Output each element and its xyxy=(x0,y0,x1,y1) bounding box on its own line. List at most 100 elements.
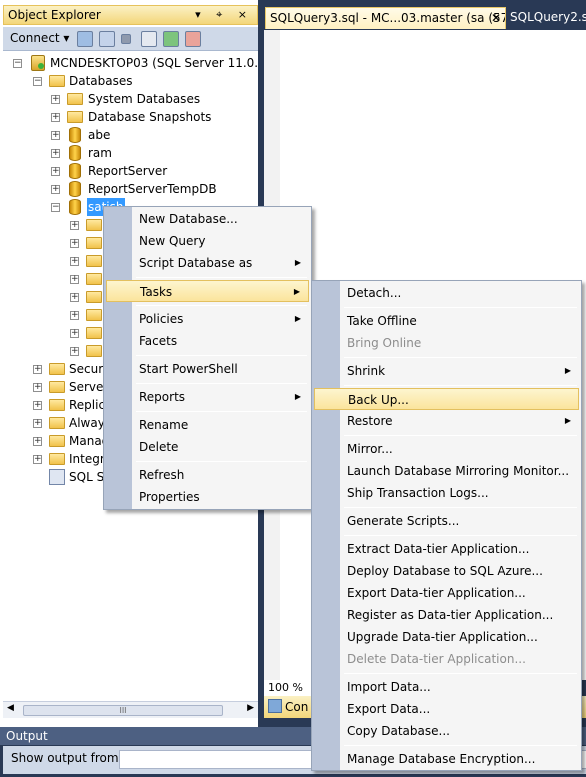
tree-node-server[interactable]: − MCNDESKTOP03 (SQL Server 11.0.2100 xyxy=(3,54,258,72)
expand-toggle[interactable]: + xyxy=(70,347,79,356)
menu-item-properties[interactable]: Properties xyxy=(106,486,309,508)
tree-node-db-child[interactable]: + xyxy=(3,306,103,324)
tree-node-db-reportservertempdb[interactable]: + ReportServerTempDB xyxy=(3,180,258,198)
tree-node-db-child[interactable]: + xyxy=(3,288,103,306)
menu-label: Upgrade Data-tier Application... xyxy=(347,630,538,644)
menu-item-upgrade-data-tier[interactable]: Upgrade Data-tier Application... xyxy=(314,626,579,648)
disconnect-icon[interactable] xyxy=(99,31,115,47)
tree-node-db-child[interactable]: + xyxy=(3,252,103,270)
tree-node-db-reportserver[interactable]: + ReportServer xyxy=(3,162,258,180)
expand-toggle[interactable]: + xyxy=(70,311,79,320)
scroll-left-icon[interactable]: ◀ xyxy=(7,703,14,713)
expand-toggle[interactable]: + xyxy=(33,401,42,410)
expand-toggle[interactable]: + xyxy=(33,437,42,446)
menu-item-deploy-sql-azure[interactable]: Deploy Database to SQL Azure... xyxy=(314,560,579,582)
tree-node-db-child[interactable]: + xyxy=(3,324,103,342)
tree-node-db-abe[interactable]: + abe xyxy=(3,126,258,144)
stop-icon[interactable] xyxy=(121,34,131,44)
menu-item-export-data-tier[interactable]: Export Data-tier Application... xyxy=(314,582,579,604)
expand-toggle[interactable]: + xyxy=(70,293,79,302)
menu-item-generate-scripts[interactable]: Generate Scripts... xyxy=(314,510,579,532)
filter-icon[interactable] xyxy=(141,31,157,47)
menu-item-export-data[interactable]: Export Data... xyxy=(314,698,579,720)
tree-node-databases[interactable]: − Databases xyxy=(3,72,258,90)
menu-item-register-data-tier[interactable]: Register as Data-tier Application... xyxy=(314,604,579,626)
menu-item-facets[interactable]: Facets xyxy=(106,330,309,352)
menu-item-copy-database[interactable]: Copy Database... xyxy=(314,720,579,742)
tree-node-integration-services[interactable]: + Integration Services Catalogs xyxy=(3,450,103,468)
menu-item-new-query[interactable]: New Query xyxy=(106,230,309,252)
menu-separator xyxy=(344,435,577,436)
tree-node-db-child[interactable]: + xyxy=(3,216,103,234)
menu-item-new-database[interactable]: New Database... xyxy=(106,208,309,230)
refresh-icon[interactable] xyxy=(163,31,179,47)
menu-item-policies[interactable]: Policies ▶ xyxy=(106,308,309,330)
menu-item-rename[interactable]: Rename xyxy=(106,414,309,436)
tree-horizontal-scrollbar[interactable]: ◀ III ▶ xyxy=(3,701,258,718)
menu-item-shrink[interactable]: Shrink ▶ xyxy=(314,360,579,382)
menu-item-take-offline[interactable]: Take Offline xyxy=(314,310,579,332)
menu-item-import-data[interactable]: Import Data... xyxy=(314,676,579,698)
menu-item-delete[interactable]: Delete xyxy=(106,436,309,458)
expand-toggle[interactable]: + xyxy=(70,239,79,248)
menu-item-refresh[interactable]: Refresh xyxy=(106,464,309,486)
menu-item-reports[interactable]: Reports ▶ xyxy=(106,386,309,408)
scroll-right-icon[interactable]: ▶ xyxy=(247,703,254,713)
tree-node-server-objects[interactable]: + Server Objects xyxy=(3,378,103,396)
tree-node-management[interactable]: + Management xyxy=(3,432,103,450)
menu-label: Ship Transaction Logs... xyxy=(347,486,489,500)
menu-item-back-up[interactable]: Back Up... xyxy=(314,388,579,410)
activity-monitor-icon[interactable] xyxy=(185,31,201,47)
tree-node-db-child[interactable]: + xyxy=(3,234,103,252)
menu-item-launch-mirroring-monitor[interactable]: Launch Database Mirroring Monitor... xyxy=(314,460,579,482)
menu-item-extract-data-tier[interactable]: Extract Data-tier Application... xyxy=(314,538,579,560)
tree-node-db-child[interactable]: + xyxy=(3,270,103,288)
collapse-toggle[interactable]: − xyxy=(13,59,22,68)
expand-toggle[interactable]: + xyxy=(33,383,42,392)
expand-toggle[interactable]: + xyxy=(33,365,42,374)
menu-label: Detach... xyxy=(347,286,402,300)
expand-toggle[interactable]: + xyxy=(51,167,60,176)
tab-sqlquery3[interactable]: SQLQuery3.sql - MC...03.master (sa (57))… xyxy=(265,7,506,29)
menu-separator xyxy=(344,745,577,746)
menu-item-manage-encryption[interactable]: Manage Database Encryption... xyxy=(314,748,579,770)
menu-item-restore[interactable]: Restore ▶ xyxy=(314,410,579,432)
expand-toggle[interactable]: + xyxy=(70,221,79,230)
tree-label: Databases xyxy=(69,74,133,88)
close-tab-icon[interactable]: ✕ xyxy=(491,8,501,28)
folder-icon xyxy=(49,453,65,465)
menu-label: Restore xyxy=(347,414,393,428)
menu-item-detach[interactable]: Detach... xyxy=(314,282,579,304)
menu-item-start-powershell[interactable]: Start PowerShell xyxy=(106,358,309,380)
tab-sqlquery2[interactable]: SQLQuery2.sql xyxy=(506,7,586,29)
panel-controls[interactable]: ▾ ⌖ × xyxy=(195,6,253,24)
menu-item-ship-transaction-logs[interactable]: Ship Transaction Logs... xyxy=(314,482,579,504)
tree-node-db-child[interactable]: + xyxy=(3,342,103,360)
tree-node-sql-agent[interactable]: SQL Server Agent xyxy=(3,468,103,486)
expand-toggle[interactable]: + xyxy=(51,185,60,194)
expand-toggle[interactable]: + xyxy=(51,131,60,140)
expand-toggle[interactable]: + xyxy=(51,149,60,158)
menu-item-script-database-as[interactable]: Script Database as ▶ xyxy=(106,252,309,274)
expand-toggle[interactable]: + xyxy=(51,113,60,122)
connect-button[interactable]: Connect ▾ xyxy=(10,31,69,45)
connect-server-icon[interactable] xyxy=(77,31,93,47)
expand-toggle[interactable]: + xyxy=(70,257,79,266)
expand-toggle[interactable]: + xyxy=(70,275,79,284)
expand-toggle[interactable]: + xyxy=(51,95,60,104)
tree-node-database-snapshots[interactable]: + Database Snapshots xyxy=(3,108,258,126)
tree-node-security[interactable]: + Security xyxy=(3,360,103,378)
tree-node-alwayson[interactable]: + AlwaysOn High Availability xyxy=(3,414,103,432)
tree-node-replication[interactable]: + Replication xyxy=(3,396,103,414)
expand-toggle[interactable]: + xyxy=(33,419,42,428)
folder-icon xyxy=(86,219,102,231)
expand-toggle[interactable]: + xyxy=(70,329,79,338)
expand-toggle[interactable]: + xyxy=(33,455,42,464)
tree-node-system-databases[interactable]: + System Databases xyxy=(3,90,258,108)
menu-item-tasks[interactable]: Tasks ▶ xyxy=(106,280,309,302)
collapse-toggle[interactable]: − xyxy=(51,203,60,212)
tree-node-db-ram[interactable]: + ram xyxy=(3,144,258,162)
menu-item-mirror[interactable]: Mirror... xyxy=(314,438,579,460)
collapse-toggle[interactable]: − xyxy=(33,77,42,86)
scroll-thumb[interactable]: III xyxy=(23,705,223,716)
